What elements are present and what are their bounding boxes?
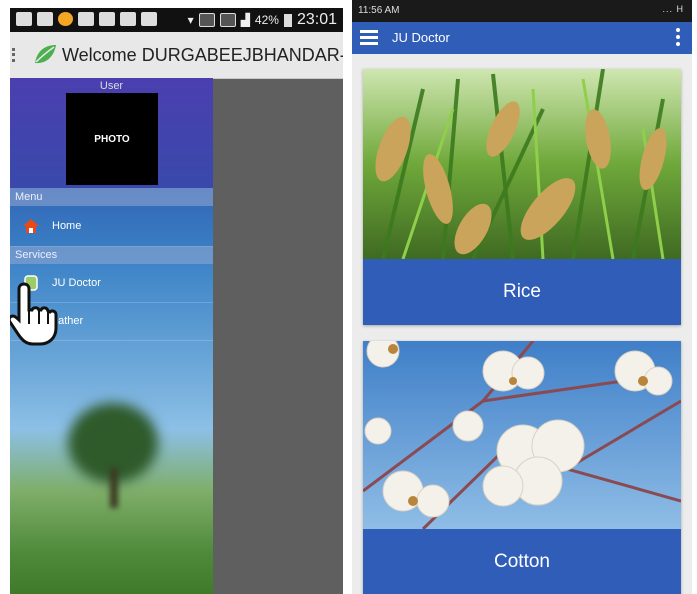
crop-card-label: Rice bbox=[363, 259, 681, 325]
crop-card-label: Cotton bbox=[363, 529, 681, 594]
menu-section-header: Menu bbox=[10, 188, 213, 206]
status-bar: 11:56 AM ... H bbox=[352, 0, 692, 22]
leaf-logo-icon bbox=[35, 45, 56, 64]
status-time: 11:56 AM bbox=[358, 5, 400, 16]
mail-icon bbox=[78, 12, 94, 26]
drawer-item-home[interactable]: Home bbox=[10, 206, 213, 247]
tree-trunk-background bbox=[110, 468, 118, 508]
services-section-header: Services bbox=[10, 246, 213, 264]
cotton-image bbox=[363, 341, 681, 529]
hand-pointer-icon bbox=[10, 282, 58, 346]
battery-percent: 42% bbox=[254, 13, 279, 27]
status-bar: ▾ ▟ 42% 23:01 bbox=[10, 8, 343, 32]
crop-card-rice[interactable]: Rice bbox=[363, 69, 681, 325]
wifi-icon: ▾ bbox=[187, 13, 194, 27]
battery-icon bbox=[283, 13, 292, 27]
user-photo[interactable]: PHOTO bbox=[66, 93, 158, 185]
status-time: 23:01 bbox=[296, 11, 337, 28]
network-icon bbox=[219, 13, 236, 27]
mail-icon bbox=[120, 12, 136, 26]
right-phone-screen: 11:56 AM ... H JU Doctor Rice Cotton bbox=[352, 0, 692, 594]
more-options-icon[interactable] bbox=[676, 28, 680, 49]
home-icon bbox=[10, 217, 52, 235]
mail-icon bbox=[141, 12, 157, 26]
photo-label: PHOTO bbox=[94, 133, 130, 145]
mail-icon bbox=[99, 12, 115, 26]
image-icon bbox=[37, 12, 53, 26]
app-notification-icon bbox=[58, 12, 73, 26]
app-title: JU Doctor bbox=[392, 30, 450, 45]
notification-icon bbox=[16, 12, 32, 26]
app-title: Welcome DURGABEEJBHANDAR-F... bbox=[62, 45, 343, 65]
rice-image bbox=[363, 69, 681, 259]
hamburger-menu-icon[interactable] bbox=[360, 30, 378, 48]
app-bar: Welcome DURGABEEJBHANDAR-F... bbox=[10, 32, 343, 79]
drawer-item-label: Home bbox=[52, 220, 82, 232]
signal-indicators: ... H bbox=[662, 4, 684, 14]
app-bar: JU Doctor bbox=[352, 22, 692, 54]
signal-icon: ▟ bbox=[240, 13, 250, 27]
crop-card-cotton[interactable]: Cotton bbox=[363, 341, 681, 594]
left-phone-screen: ▾ ▟ 42% 23:01 Welcome DURGABEEJBHANDAR-F… bbox=[10, 8, 343, 594]
user-label: User bbox=[99, 80, 124, 92]
overflow-handle-icon[interactable] bbox=[12, 48, 18, 62]
sim-icon bbox=[198, 13, 215, 27]
